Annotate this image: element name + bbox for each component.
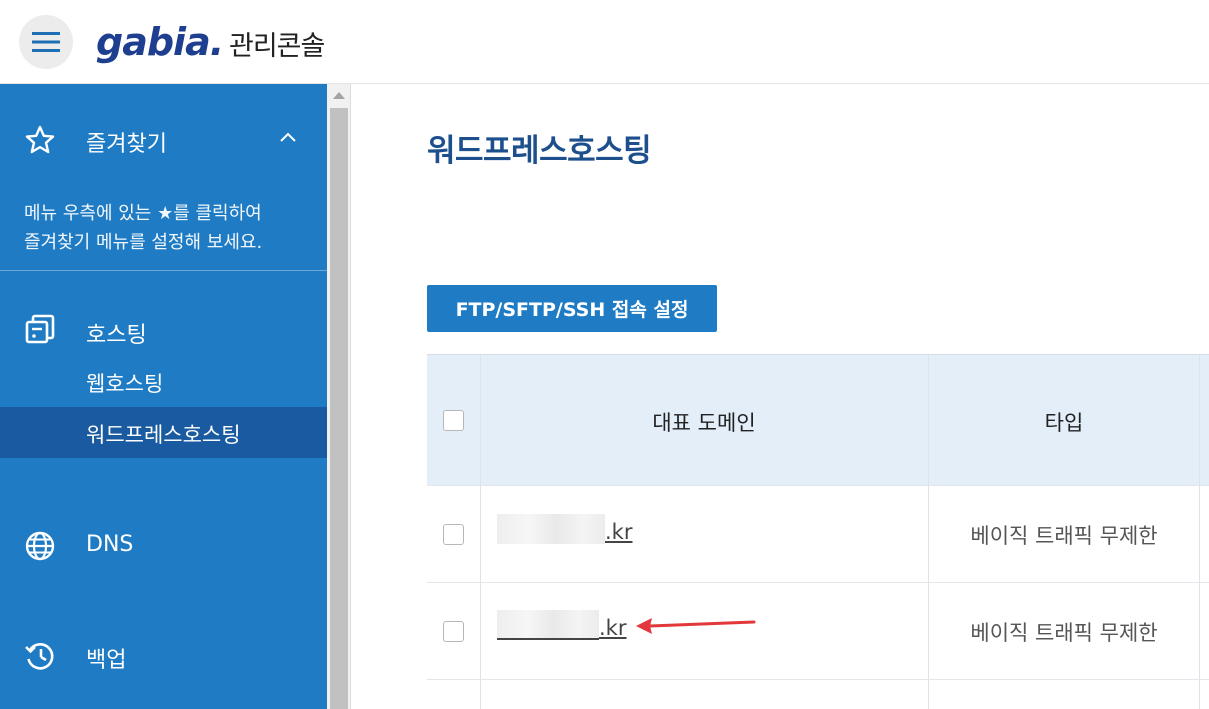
type-cell: 베이직 트래픽 무제한 bbox=[970, 621, 1158, 645]
column-header-domain: 대표 도메인 bbox=[652, 411, 756, 435]
hosting-table: 대표 도메인 타입 .kr 베이직 트래픽 무제한 .kr 베이직 트래픽 무제… bbox=[427, 354, 1209, 709]
sidebar-section-dns[interactable]: DNS bbox=[0, 524, 327, 568]
redacted-domain bbox=[497, 610, 599, 640]
row-checkbox[interactable] bbox=[443, 524, 464, 545]
scroll-up-arrow-icon[interactable] bbox=[333, 92, 345, 99]
sidebar-scrollbar[interactable] bbox=[327, 84, 351, 709]
favorites-header[interactable]: 즐겨찾기 bbox=[0, 106, 327, 164]
sidebar-section-hosting[interactable]: 호스팅 bbox=[0, 309, 327, 359]
sidebar-section-label: 백업 bbox=[86, 648, 127, 673]
sidebar-section-backup[interactable]: 백업 bbox=[0, 636, 327, 680]
sidebar-item-web-hosting[interactable]: 웹호스팅 bbox=[0, 356, 327, 407]
hosting-icon bbox=[25, 314, 55, 344]
console-label: 관리콘솔 bbox=[229, 31, 325, 62]
sidebar-item-wordpress-hosting[interactable]: 워드프레스호스팅 bbox=[0, 407, 327, 458]
hamburger-menu-button[interactable] bbox=[19, 15, 73, 69]
domain-suffix[interactable]: .kr bbox=[599, 616, 626, 640]
gabia-logo[interactable]: gabia. bbox=[96, 18, 224, 66]
page-title: 워드프레스호스팅 bbox=[427, 133, 652, 169]
ftp-settings-button[interactable]: FTP/SFTP/SSH 접속 설정 bbox=[427, 285, 717, 332]
table-row bbox=[427, 679, 1209, 709]
sidebar-section-label: DNS bbox=[86, 532, 134, 557]
scroll-thumb[interactable] bbox=[330, 108, 348, 709]
table-row: .kr 베이직 트래픽 무제한 bbox=[427, 485, 1209, 582]
row-checkbox[interactable] bbox=[443, 621, 464, 642]
sidebar-divider bbox=[0, 270, 327, 271]
annotation-arrow-icon bbox=[636, 618, 756, 634]
star-icon bbox=[25, 125, 55, 154]
column-header-type: 타입 bbox=[1044, 411, 1084, 435]
logo-text: gabia. bbox=[96, 20, 224, 64]
sidebar: 즐겨찾기 메뉴 우측에 있는 ★를 클릭하여 즐겨찾기 메뉴를 설정해 보세요.… bbox=[0, 84, 327, 709]
chevron-up-icon[interactable] bbox=[278, 130, 298, 144]
type-cell: 베이직 트래픽 무제한 bbox=[970, 524, 1158, 548]
top-header: gabia. 관리콘솔 bbox=[0, 0, 1209, 84]
redacted-domain bbox=[497, 514, 605, 544]
sidebar-item-label: 워드프레스호스팅 bbox=[86, 423, 241, 447]
sidebar-section-label: 호스팅 bbox=[86, 323, 147, 348]
sidebar-item-label: 웹호스팅 bbox=[86, 372, 164, 396]
globe-icon bbox=[25, 531, 55, 561]
favorites-label: 즐겨찾기 bbox=[86, 132, 167, 157]
domain-suffix[interactable]: .kr bbox=[605, 520, 632, 544]
history-icon bbox=[25, 643, 54, 670]
domain-link[interactable]: .kr bbox=[497, 514, 632, 544]
table-row: .kr 베이직 트래픽 무제한 bbox=[427, 582, 1209, 679]
select-all-checkbox[interactable] bbox=[443, 410, 464, 431]
domain-link[interactable]: .kr bbox=[497, 610, 626, 640]
hamburger-icon bbox=[32, 32, 60, 52]
favorites-hint: 메뉴 우측에 있는 ★를 클릭하여 즐겨찾기 메뉴를 설정해 보세요. bbox=[24, 203, 263, 253]
